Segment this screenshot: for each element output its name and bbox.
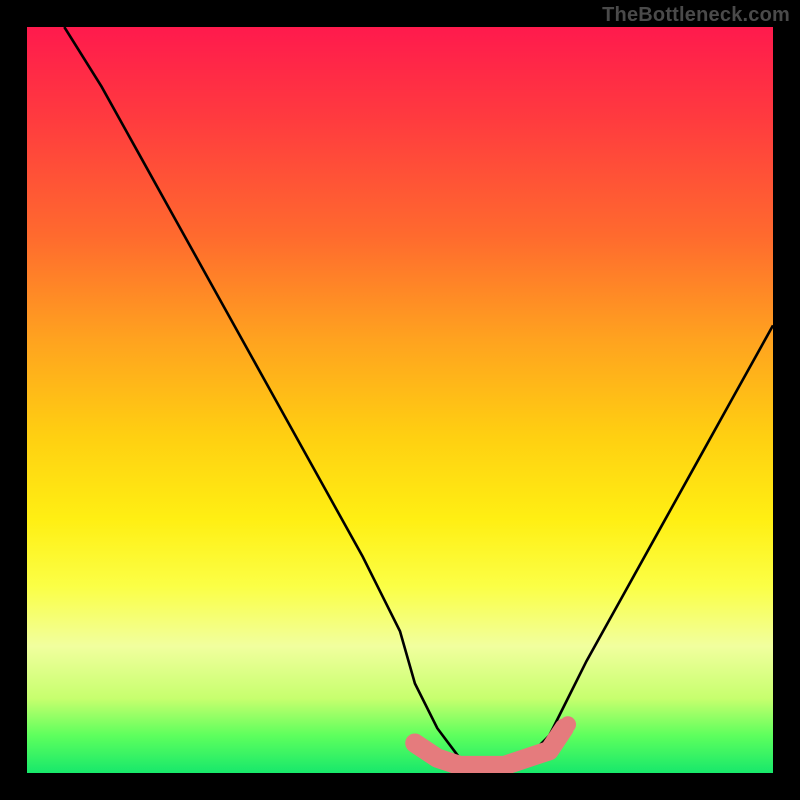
curve-layer bbox=[27, 27, 773, 773]
valley-end-dot bbox=[560, 716, 576, 732]
valley-marker bbox=[415, 728, 564, 765]
plot-area bbox=[27, 27, 773, 773]
bottleneck-curve bbox=[64, 27, 773, 766]
watermark-text: TheBottleneck.com bbox=[602, 4, 790, 27]
chart-frame: TheBottleneck.com bbox=[0, 0, 800, 800]
